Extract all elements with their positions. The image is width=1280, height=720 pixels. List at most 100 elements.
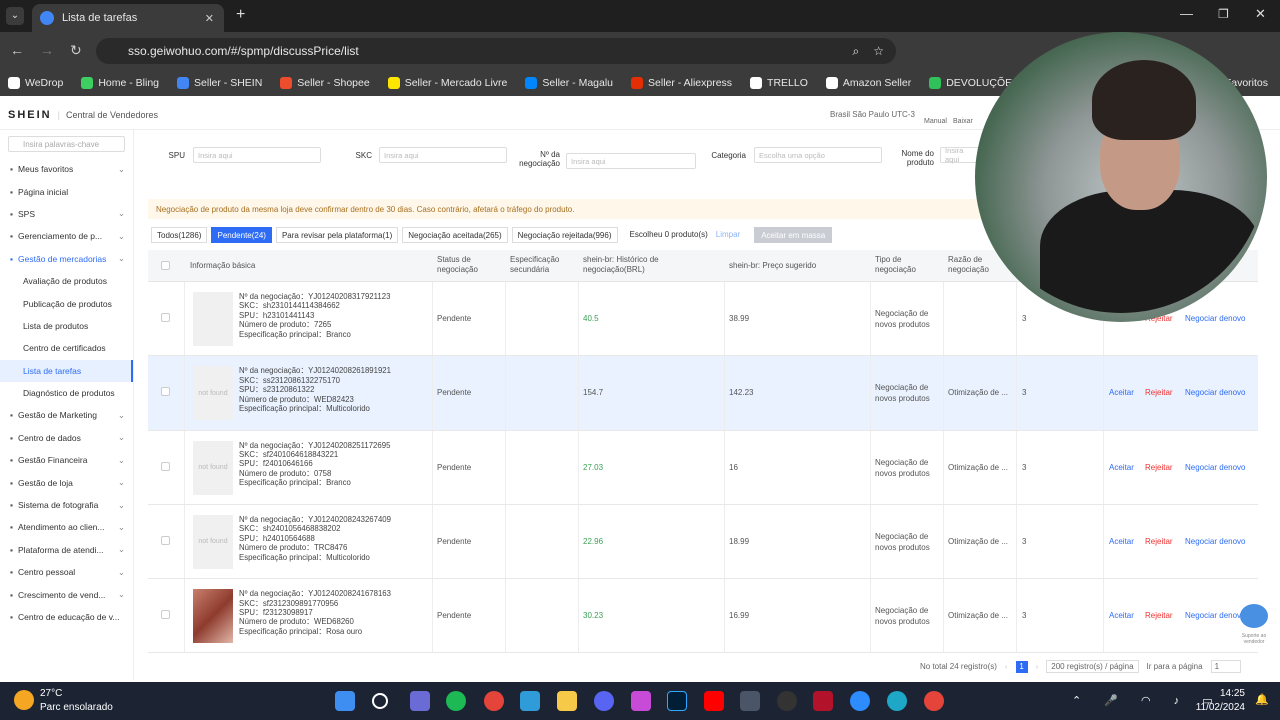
sidebar-item[interactable]: ▪ Gerenciamento de p... ⌄ — [0, 225, 133, 247]
row-checkbox[interactable] — [161, 313, 170, 322]
app-icon[interactable] — [631, 691, 651, 711]
bookmark-2[interactable]: Seller - SHEIN — [177, 77, 262, 89]
back-icon[interactable]: ← — [10, 42, 24, 58]
row-checkbox[interactable] — [161, 535, 170, 545]
app-icon[interactable] — [850, 691, 870, 711]
product-thumbnail[interactable]: not found — [193, 440, 233, 495]
weather-icon[interactable] — [14, 690, 34, 710]
row-checkbox[interactable] — [161, 461, 170, 471]
filter-categoria-select[interactable]: Escolha uma opção — [754, 147, 882, 163]
bookmark-0[interactable]: WeDrop — [8, 77, 63, 89]
row-checkbox[interactable] — [161, 610, 170, 620]
manual-button[interactable]: Manual — [924, 118, 947, 125]
select-all-checkbox[interactable] — [161, 261, 170, 270]
tab-platform-review[interactable]: Para revisar pela plataforma(1) — [275, 227, 399, 243]
app-icon[interactable] — [887, 691, 907, 711]
filter-skc-input[interactable]: Insira aqui — [379, 147, 507, 163]
forward-icon[interactable]: → — [40, 42, 54, 58]
sidebar-item[interactable]: ▪ Centro de dados ⌄ — [0, 427, 133, 449]
chrome-icon[interactable] — [484, 691, 504, 711]
reject-button[interactable]: Rejeitar — [1145, 611, 1173, 620]
negotiate-again-button[interactable]: Negociar denovo — [1185, 611, 1245, 620]
accept-button[interactable]: Aceitar — [1109, 611, 1134, 620]
tab-all[interactable]: Todos(1286) — [151, 227, 208, 243]
bookmark-4[interactable]: Seller - Mercado Livre — [387, 77, 507, 89]
sidebar-item[interactable]: ▪ Meus favoritos ⌄ — [0, 158, 133, 180]
goto-input[interactable]: 1 — [1210, 660, 1241, 673]
accept-button[interactable]: Aceitar — [1109, 537, 1134, 546]
sidebar-item[interactable]: ▪ Crescimento de vend... ⌄ — [0, 583, 133, 605]
filter-spu-input[interactable]: Insira aqui — [193, 147, 321, 163]
explorer-icon[interactable] — [557, 691, 577, 711]
download-button[interactable]: Baixar — [953, 118, 973, 125]
maximize-button[interactable]: ❐ — [1218, 7, 1229, 21]
notification-icon[interactable]: 🔔 — [1255, 693, 1269, 706]
sidebar-item[interactable]: ▪ Centro pessoal ⌄ — [0, 561, 133, 583]
product-thumbnail[interactable]: not found — [193, 514, 233, 569]
current-page-button[interactable]: 1 — [1015, 660, 1028, 673]
reject-button[interactable]: Rejeitar — [1145, 388, 1173, 397]
negotiate-again-button[interactable]: Negociar denovo — [1185, 537, 1245, 546]
close-window-button[interactable]: ✕ — [1255, 6, 1266, 22]
app-icon[interactable] — [813, 691, 833, 711]
region-label[interactable]: Brasil São Paulo UTC-3 — [830, 110, 915, 119]
row-checkbox[interactable] — [161, 387, 170, 397]
sidebar-search-input[interactable]: Insira palavras-chave — [8, 136, 125, 152]
browser-tab[interactable]: Lista de tarefas ✕ — [32, 4, 224, 32]
sidebar-item[interactable]: Lista de tarefas — [0, 359, 133, 382]
photoshop-icon[interactable] — [667, 691, 687, 711]
bulk-accept-button[interactable]: Aceitar em massa — [754, 227, 833, 243]
clear-link[interactable]: Limpar — [716, 227, 740, 243]
support-button[interactable] — [1240, 604, 1268, 628]
bookmark-7[interactable]: TRELLO — [750, 77, 808, 89]
chrome-active-icon[interactable] — [924, 691, 944, 711]
product-thumbnail[interactable]: not found — [193, 366, 233, 421]
new-tab-button[interactable]: + — [236, 6, 245, 24]
accept-button[interactable]: Aceitar — [1109, 463, 1134, 472]
negotiate-again-button[interactable]: Negociar denovo — [1185, 388, 1245, 397]
spotify-icon[interactable] — [446, 691, 466, 711]
sidebar-item[interactable]: Centro de certificados — [0, 337, 133, 359]
sidebar-item[interactable]: ▪ Gestão de loja ⌄ — [0, 471, 133, 493]
search-icon[interactable] — [372, 693, 388, 709]
minimize-button[interactable]: — — [1180, 6, 1193, 21]
zoom-icon[interactable]: ⌕ — [853, 44, 860, 59]
sidebar-item[interactable]: ▪ Gestão de Marketing ⌄ — [0, 404, 133, 426]
bookmark-star-icon[interactable]: ☆ — [873, 44, 884, 58]
reload-icon[interactable]: ↻ — [70, 42, 82, 59]
tab-accepted[interactable]: Negociação aceitada(265) — [402, 227, 508, 243]
sidebar-item[interactable]: ▪ SPS ⌄ — [0, 203, 133, 225]
tab-pending[interactable]: Pendente(24) — [211, 227, 272, 243]
sidebar-item[interactable]: Avaliação de produtos — [0, 270, 133, 292]
bookmark-5[interactable]: Seller - Magalu — [525, 77, 613, 89]
sidebar-item[interactable]: ▪ Página inicial — [0, 180, 133, 202]
product-thumbnail[interactable] — [193, 589, 233, 644]
filter-negociacao-input[interactable]: Insira aqui — [566, 153, 696, 169]
address-bar[interactable]: sso.geiwohuo.com/#/spmp/discussPrice/lis… — [96, 38, 896, 64]
sidebar-item[interactable]: ▪ Sistema de fotografia ⌄ — [0, 494, 133, 516]
bookmark-3[interactable]: Seller - Shopee — [280, 77, 370, 89]
tab-rejected[interactable]: Negociação rejeitada(996) — [511, 227, 618, 243]
youtube-icon[interactable] — [704, 691, 724, 711]
discord-icon[interactable] — [594, 691, 614, 711]
filter-nome-input[interactable]: Insira aqui — [940, 146, 980, 164]
calculator-icon[interactable] — [740, 691, 760, 711]
per-page-select[interactable]: 200 registro(s) / página — [1046, 660, 1139, 673]
bookmark-6[interactable]: Seller - Aliexpress — [631, 77, 732, 89]
sidebar-item[interactable]: ▪ Gestão Financeira ⌄ — [0, 449, 133, 471]
product-thumbnail[interactable] — [193, 292, 233, 346]
bookmark-8[interactable]: Amazon Seller — [825, 77, 911, 89]
app-icon[interactable] — [410, 691, 430, 711]
sidebar-item[interactable]: ▪ Plataforma de atendi... ⌄ — [0, 539, 133, 561]
sidebar-item[interactable]: Publicação de produtos — [0, 292, 133, 314]
sidebar-item[interactable]: Diagnóstico de produtos — [0, 382, 133, 404]
bookmark-1[interactable]: Home - Bling — [81, 77, 159, 89]
sidebar-item[interactable]: ▪ Gestão de mercadorias ⌄ — [0, 248, 133, 270]
tab-close-icon[interactable]: ✕ — [205, 12, 214, 25]
reject-button[interactable]: Rejeitar — [1145, 463, 1173, 472]
sidebar-item[interactable]: Lista de produtos — [0, 315, 133, 337]
app-icon[interactable] — [777, 691, 797, 711]
sidebar-item[interactable]: ▪ Atendimento ao clien... ⌄ — [0, 516, 133, 538]
next-page-icon[interactable]: › — [1036, 662, 1039, 671]
negotiate-again-button[interactable]: Negociar denovo — [1185, 463, 1245, 472]
